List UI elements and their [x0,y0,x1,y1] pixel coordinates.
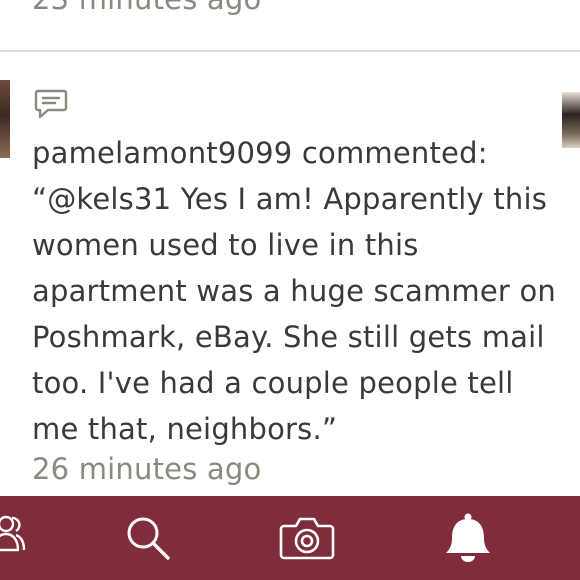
bottom-tab-bar [0,496,580,580]
comment-action: commented: [301,136,488,170]
comment-username[interactable]: pamelamont9099 [32,136,292,170]
listing-thumbnail[interactable] [562,92,580,148]
tab-sell[interactable] [274,496,340,580]
previous-timestamp: 23 minutes ago [32,0,261,16]
comment-text-block: pamelamont9099 commented: “@kels31 Yes I… [32,130,562,452]
tab-people[interactable] [0,496,30,580]
tab-search[interactable] [118,496,178,580]
comment-timestamp: 26 minutes ago [32,452,262,486]
user-avatar[interactable] [0,80,10,158]
search-icon [127,517,170,560]
screen: 23 minutes ago pamelamont9099 commented:… [0,0,580,580]
tab-news[interactable] [438,496,498,580]
people-icon [0,515,26,552]
bell-icon [446,513,490,562]
camera-icon [279,517,335,560]
divider [0,50,580,52]
comment-icon [34,88,68,120]
comment-text: “@kels31 Yes I am! Apparently this women… [32,182,556,446]
